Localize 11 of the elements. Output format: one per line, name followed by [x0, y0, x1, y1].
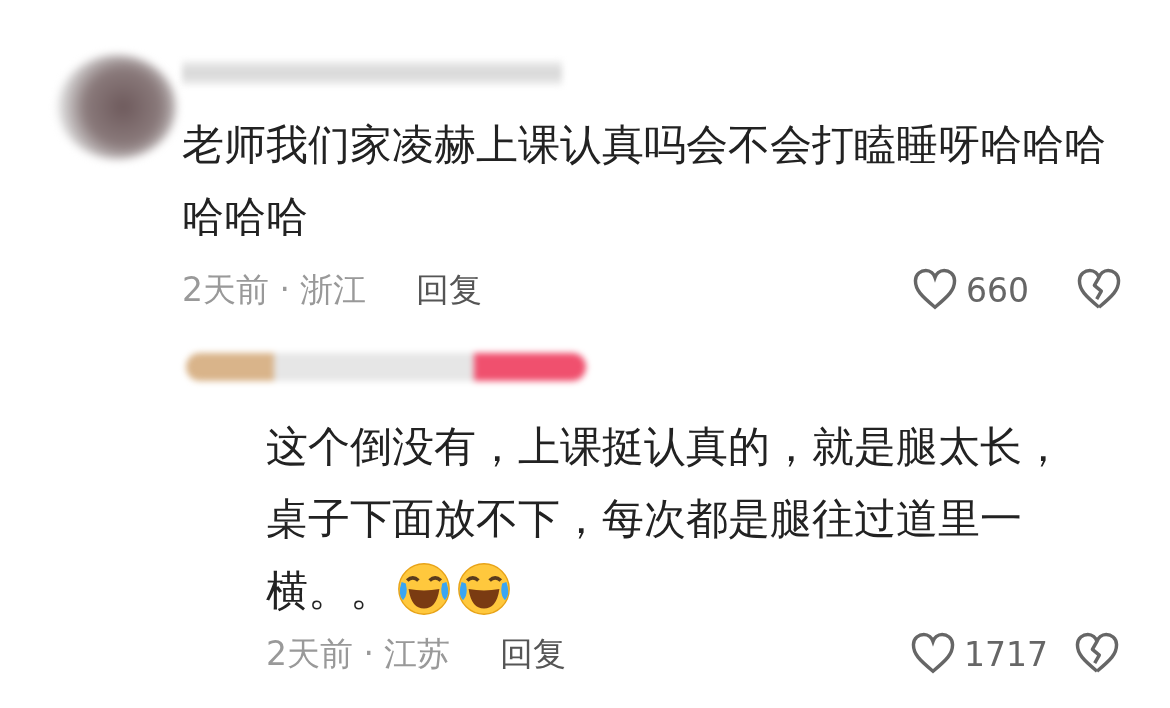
comment-time-location: 2天前 · 浙江 — [182, 268, 367, 311]
laughing-crying-emoji-icon — [456, 561, 512, 617]
reply-text: 这个倒没有，上课挺认真的，就是腿太长，桌子下面放不下，每次都是腿往过道里一横。。 — [265, 421, 1065, 619]
reply-time-location: 2天前 · 江苏 — [266, 632, 451, 675]
reply-button[interactable]: 回复 — [500, 631, 567, 677]
blurred-avatar[interactable] — [58, 55, 176, 159]
laughing-crying-emoji-icon — [396, 561, 452, 617]
comment-text: 老师我们家凌赫上课认真吗会不会打瞌睡呀哈哈哈哈哈哈 — [182, 119, 1107, 243]
reply-button[interactable]: 回复 — [416, 267, 483, 313]
like-count: 1717 — [964, 634, 1049, 674]
like-count: 660 — [966, 270, 1030, 310]
